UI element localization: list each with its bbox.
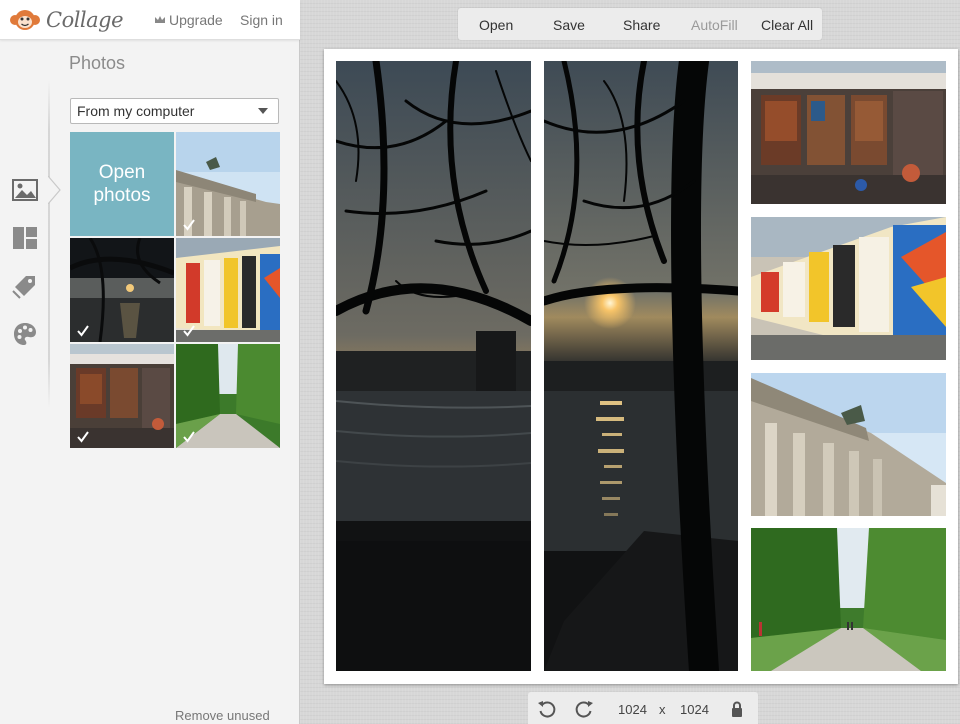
chevron-down-icon: [258, 108, 268, 114]
share-button[interactable]: Share: [623, 17, 660, 33]
height-value[interactable]: 1024: [680, 702, 709, 717]
collage-cell-gate[interactable]: [751, 373, 946, 516]
thumbnail-mural[interactable]: [176, 238, 280, 342]
left-panel: Collage Upgrade Sign in Photos From my c…: [0, 0, 300, 724]
check-icon: [183, 325, 195, 337]
check-icon: [77, 325, 89, 337]
rail-layouts-button[interactable]: [11, 224, 39, 252]
stickers-icon: [12, 276, 35, 299]
rotate-right-icon[interactable]: [573, 698, 595, 720]
thumbnail-gate[interactable]: [176, 132, 280, 236]
sunset-river-photo-image: [544, 61, 738, 671]
collage-cell-mural[interactable]: [751, 217, 946, 360]
size-bar: 1024 x 1024: [528, 692, 758, 724]
check-icon: [183, 219, 195, 231]
autofill-button[interactable]: AutoFill: [691, 17, 738, 33]
source-select-value: From my computer: [77, 103, 195, 119]
upgrade-link[interactable]: Upgrade: [154, 12, 223, 28]
kiosk-photo-image: [751, 61, 946, 204]
collage-cell-park[interactable]: [751, 528, 946, 671]
thumbnail-kiosk[interactable]: [70, 344, 174, 448]
collage-cell-river-left[interactable]: [336, 61, 531, 671]
open-photos-button[interactable]: Open photos: [70, 132, 174, 236]
rotate-left-icon[interactable]: [536, 698, 558, 720]
collage-canvas: [324, 49, 958, 684]
photo-thumbnails: Open photos: [70, 132, 280, 448]
river-tree-photo-image: [336, 61, 531, 671]
main-toolbar: Open Save Share AutoFill Clear All: [458, 8, 822, 40]
save-button[interactable]: Save: [553, 17, 585, 33]
rail-stickers-button[interactable]: [11, 272, 39, 300]
rail-divider: [48, 80, 50, 408]
collage-cell-kiosk[interactable]: [751, 61, 946, 204]
layouts-icon: [13, 227, 37, 249]
palette-icon: [14, 323, 36, 345]
gate-photo-image: [751, 373, 946, 516]
top-bar: Collage Upgrade Sign in: [0, 0, 300, 40]
check-icon: [183, 431, 195, 443]
icon-rail: [0, 40, 50, 724]
rail-photos-button[interactable]: [11, 176, 39, 204]
logo[interactable]: Collage: [8, 6, 124, 34]
thumbnail-park[interactable]: [176, 344, 280, 448]
size-separator: x: [659, 702, 666, 717]
open-button[interactable]: Open: [479, 17, 513, 33]
width-value[interactable]: 1024: [618, 702, 647, 717]
panel-title: Photos: [69, 53, 126, 73]
clear-all-button[interactable]: Clear All: [761, 17, 813, 33]
check-icon: [77, 431, 89, 443]
mural-photo-image: [751, 217, 946, 360]
thumbnail-river-tree[interactable]: [70, 238, 174, 342]
park-photo-image: [751, 528, 946, 671]
remove-unused-link[interactable]: Remove unused: [175, 708, 270, 723]
upgrade-label: Upgrade: [169, 12, 223, 28]
open-photos-label: Open photos: [93, 162, 151, 206]
signin-link[interactable]: Sign in: [240, 12, 283, 28]
rail-palette-button[interactable]: [11, 320, 39, 348]
active-pointer-icon: [48, 176, 61, 204]
monkey-logo-icon: [10, 10, 40, 30]
lock-icon[interactable]: [729, 700, 745, 718]
logo-text: Collage: [46, 8, 124, 32]
collage-cell-river-sunset[interactable]: [544, 61, 738, 671]
source-select[interactable]: From my computer: [70, 98, 279, 124]
crown-icon: [155, 16, 165, 23]
photos-icon: [12, 179, 38, 201]
